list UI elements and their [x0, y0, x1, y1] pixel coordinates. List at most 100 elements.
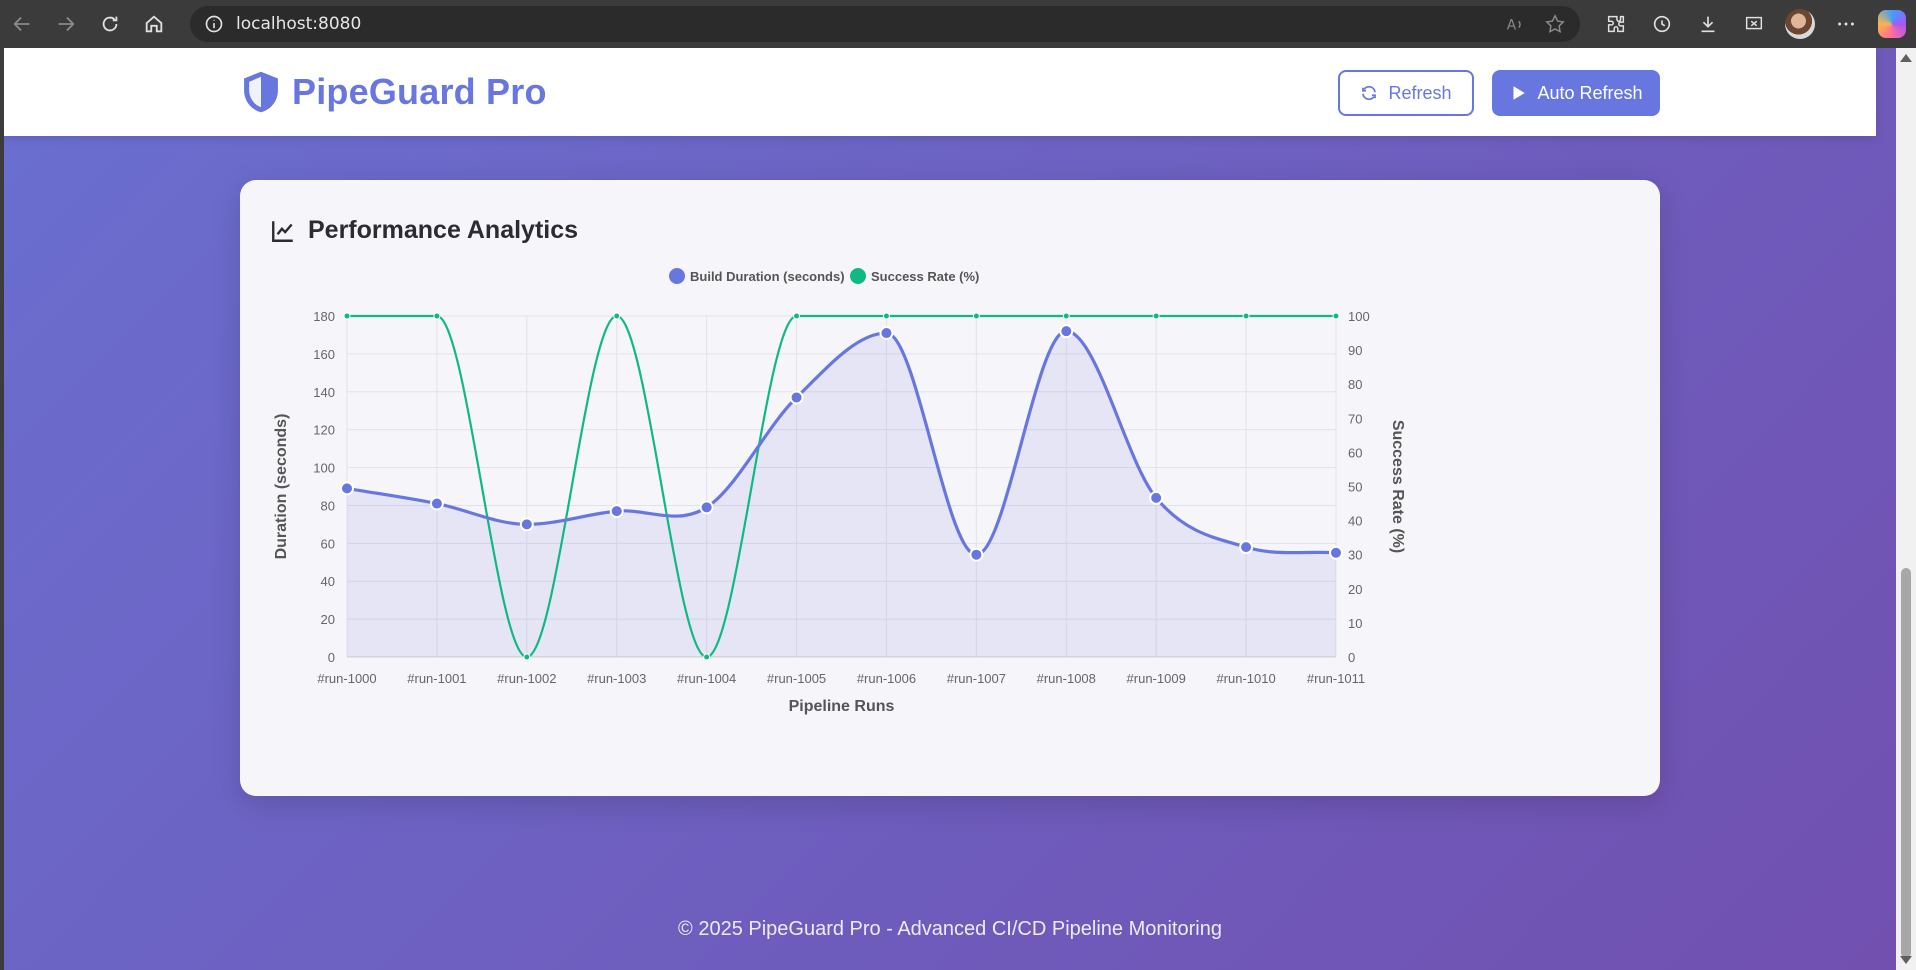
y2-tick-label: 0 — [1348, 650, 1355, 665]
y2-tick-label: 60 — [1348, 445, 1362, 460]
auto-refresh-label: Auto Refresh — [1537, 82, 1643, 103]
y2-axis-title: Success Rate (%) — [1389, 420, 1406, 553]
success-rate-point — [1332, 312, 1340, 320]
x-tick-label: #run-1004 — [677, 671, 736, 686]
y-tick-label: 140 — [313, 385, 335, 400]
y-tick-label: 60 — [321, 536, 335, 551]
copilot-icon — [1878, 10, 1906, 38]
refresh-button[interactable]: Refresh — [1338, 70, 1474, 116]
brand-name: PipeGuard Pro — [292, 71, 547, 112]
success-rate-point — [613, 312, 621, 320]
x-tick-label: #run-1010 — [1216, 671, 1275, 686]
build-duration-point — [340, 481, 354, 496]
y2-tick-label: 30 — [1348, 548, 1362, 563]
browser-toolbar: localhost:8080 A — [0, 0, 1916, 48]
y-tick-label: 180 — [313, 309, 335, 324]
performance-chart[interactable]: 0 20 40 60 80 100 120 140 160 180 0 10 20 30 40 50 60 70 8… — [240, 180, 1660, 796]
success-rate-point — [343, 312, 351, 320]
scroll-up-arrow[interactable] — [1900, 54, 1912, 62]
home-button[interactable] — [132, 2, 176, 46]
y-tick-label: 100 — [313, 461, 335, 476]
y2-tick-label: 10 — [1348, 616, 1362, 631]
build-duration-point — [1329, 545, 1343, 560]
x-tick-label: #run-1002 — [497, 671, 556, 686]
auto-refresh-button[interactable]: Auto Refresh — [1492, 70, 1660, 116]
page-viewport: PipeGuard Pro Refresh Auto Refresh Perfo… — [4, 48, 1896, 970]
screenshot-button[interactable] — [1738, 8, 1770, 40]
success-rate-point — [972, 312, 980, 320]
read-aloud-icon[interactable]: A — [1504, 13, 1526, 35]
success-rate-point — [793, 312, 801, 320]
build-duration-point — [969, 547, 984, 562]
sync-icon — [1362, 85, 1377, 101]
x-tick-label: #run-1011 — [1307, 671, 1365, 686]
success-rate-point — [1242, 312, 1250, 320]
download-icon — [1701, 16, 1715, 33]
history-button[interactable] — [1646, 8, 1678, 40]
build-duration-point — [1239, 540, 1254, 555]
history-icon — [1653, 15, 1671, 33]
avatar — [1785, 9, 1815, 39]
build-duration-point — [699, 500, 714, 515]
footer-text: © 2025 PipeGuard Pro - Advanced CI/CD Pi… — [678, 918, 1222, 940]
forward-button[interactable] — [44, 2, 88, 46]
favorite-star-icon[interactable] — [1544, 13, 1566, 35]
y2-tick-label: 50 — [1348, 480, 1362, 495]
screenshot-icon — [1745, 16, 1763, 30]
puzzle-icon — [1607, 15, 1625, 33]
brand[interactable]: PipeGuard Pro — [240, 70, 547, 114]
x-tick-label: #run-1000 — [317, 671, 376, 686]
url-text: localhost:8080 — [236, 14, 362, 34]
success-rate-point — [882, 312, 890, 320]
scroll-down-arrow[interactable] — [1900, 956, 1912, 964]
play-icon — [1513, 86, 1526, 100]
app-header: PipeGuard Pro Refresh Auto Refresh — [4, 48, 1876, 136]
duration-area-fill — [347, 331, 1336, 657]
y-tick-label: 160 — [313, 347, 335, 362]
x-tick-label: #run-1009 — [1127, 671, 1186, 686]
info-icon[interactable] — [204, 14, 224, 34]
success-rate-point — [1152, 312, 1160, 320]
build-duration-point — [609, 504, 624, 519]
y-axis-title: Duration (seconds) — [273, 414, 290, 560]
page-scrollbar[interactable] — [1896, 48, 1916, 970]
profile-button[interactable] — [1784, 8, 1816, 40]
performance-analytics-card: Performance Analytics 0 20 40 60 80 100 120 140… — [240, 180, 1660, 796]
scrollbar-thumb[interactable] — [1901, 568, 1911, 958]
reload-icon — [102, 16, 118, 32]
x-tick-label: #run-1005 — [767, 671, 826, 686]
success-rate-point — [703, 653, 711, 661]
back-button[interactable] — [0, 2, 44, 46]
x-tick-label: #run-1007 — [947, 671, 1006, 686]
copilot-button[interactable] — [1876, 8, 1908, 40]
build-duration-point — [519, 517, 534, 532]
y-tick-label: 0 — [328, 650, 335, 665]
downloads-button[interactable] — [1692, 8, 1724, 40]
legend-marker-success-rate — [850, 268, 866, 284]
success-rate-point — [433, 312, 441, 320]
legend-label-build-duration: Build Duration (seconds) — [690, 269, 845, 284]
build-duration-point — [429, 496, 444, 511]
y2-tick-label: 70 — [1348, 411, 1362, 426]
build-duration-point — [1059, 324, 1074, 339]
refresh-label: Refresh — [1388, 82, 1452, 103]
y2-tick-label: 20 — [1348, 582, 1362, 597]
y-tick-label: 120 — [313, 423, 335, 438]
shield-icon — [244, 71, 278, 113]
extensions-button[interactable] — [1600, 8, 1632, 40]
x-tick-label: #run-1006 — [857, 671, 916, 686]
y-tick-label: 40 — [321, 574, 335, 589]
y2-tick-label: 100 — [1348, 309, 1370, 324]
legend-label-success-rate: Success Rate (%) — [871, 269, 979, 284]
x-axis-title: Pipeline Runs — [789, 698, 895, 715]
success-rate-point — [1062, 312, 1070, 320]
settings-menu-button[interactable] — [1830, 8, 1862, 40]
reload-button[interactable] — [88, 2, 132, 46]
success-rate-point — [523, 653, 531, 661]
y2-tick-label: 40 — [1348, 514, 1362, 529]
address-bar[interactable]: localhost:8080 A — [190, 6, 1580, 42]
back-arrow-icon — [13, 16, 30, 32]
build-duration-point — [789, 390, 804, 405]
forward-arrow-icon — [58, 16, 75, 32]
y2-tick-label: 80 — [1348, 377, 1362, 392]
